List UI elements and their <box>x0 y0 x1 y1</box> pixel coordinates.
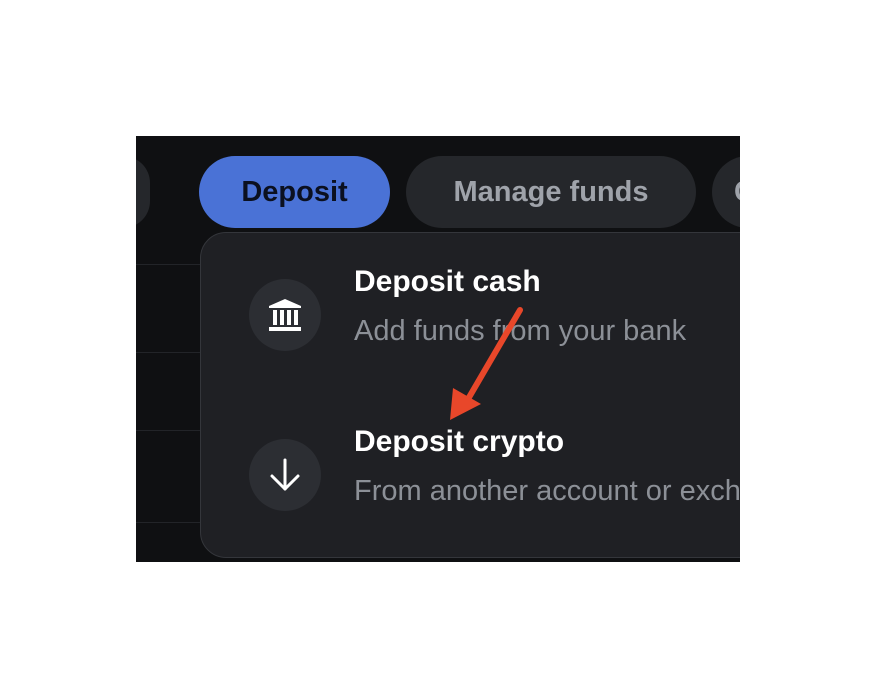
manage-funds-button-label: Manage funds <box>453 175 649 208</box>
menu-item-title: Deposit crypto <box>354 425 565 458</box>
bank-icon <box>249 279 321 351</box>
app-viewport: Deposit Manage funds C Deposit cash Add … <box>136 136 740 562</box>
deposit-button-label: Deposit <box>241 175 348 208</box>
menu-item-deposit-crypto[interactable]: Deposit crypto From another account or e… <box>201 417 740 537</box>
partial-tab-right-label: C <box>734 176 740 209</box>
menu-item-subtitle: From another account or exchange <box>354 475 740 507</box>
background-divider <box>136 352 206 353</box>
background-divider <box>136 522 206 523</box>
menu-item-title: Deposit cash <box>354 265 541 298</box>
background-divider <box>136 264 206 265</box>
manage-funds-button[interactable]: Manage funds <box>406 156 696 228</box>
menu-item-subtitle: Add funds from your bank <box>354 315 687 347</box>
partial-tab-right[interactable]: C <box>712 156 740 228</box>
menu-item-deposit-cash[interactable]: Deposit cash Add funds from your bank <box>201 257 740 377</box>
partial-tab-left[interactable] <box>136 156 150 228</box>
arrow-down-icon <box>249 439 321 511</box>
background-divider <box>136 430 206 431</box>
deposit-button[interactable]: Deposit <box>199 156 390 228</box>
deposit-dropdown-menu: Deposit cash Add funds from your bank De… <box>200 232 740 558</box>
